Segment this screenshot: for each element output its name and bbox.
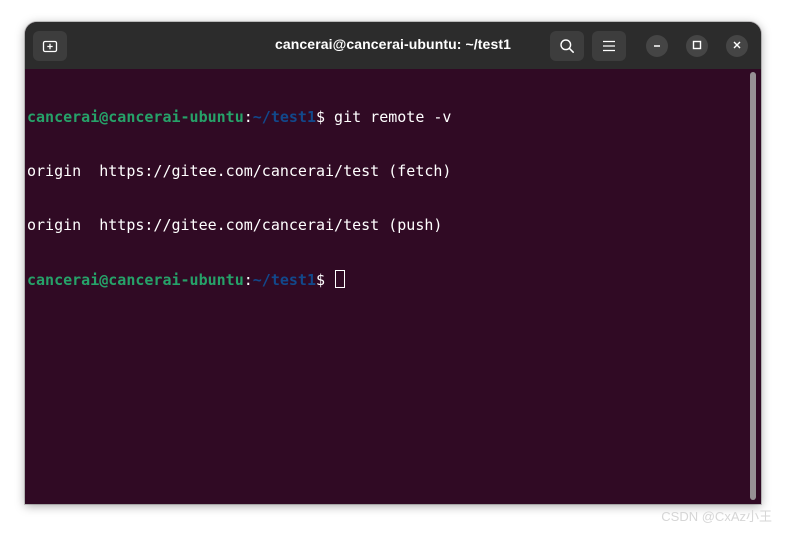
prompt-symbol: $ <box>316 271 326 289</box>
command-text: git remote -v <box>325 108 452 126</box>
search-button[interactable] <box>550 31 584 61</box>
minimize-button[interactable] <box>646 35 668 57</box>
prompt-path: ~/test1 <box>252 108 316 126</box>
hamburger-menu-icon <box>602 39 616 53</box>
maximize-button[interactable] <box>686 35 708 57</box>
terminal-line: origin https://gitee.com/cancerai/test (… <box>27 216 451 234</box>
text-cursor <box>335 270 346 288</box>
prompt-path: ~/test1 <box>252 271 316 289</box>
prompt-colon: : <box>243 271 253 289</box>
terminal-window: cancerai@cancerai-ubuntu: ~/test1 cancer… <box>25 22 761 504</box>
prompt-user-host: cancerai@cancerai-ubuntu <box>27 271 244 289</box>
prompt-user-host: cancerai@cancerai-ubuntu <box>27 108 244 126</box>
terminal-line: cancerai@cancerai-ubuntu:~/test1$ git re… <box>27 108 451 126</box>
titlebar: cancerai@cancerai-ubuntu: ~/test1 <box>25 22 761 69</box>
terminal-area[interactable]: cancerai@cancerai-ubuntu:~/test1$ git re… <box>25 69 761 504</box>
menu-button[interactable] <box>592 31 626 61</box>
command-text <box>325 271 334 289</box>
prompt-symbol: $ <box>316 108 326 126</box>
close-icon <box>732 37 742 55</box>
maximize-icon <box>692 37 702 55</box>
output-text: origin https://gitee.com/cancerai/test (… <box>27 216 443 234</box>
terminal-line: origin https://gitee.com/cancerai/test (… <box>27 162 451 180</box>
terminal-output: cancerai@cancerai-ubuntu:~/test1$ git re… <box>27 72 451 324</box>
watermark: CSDN @CxAz小王 <box>661 509 772 524</box>
prompt-colon: : <box>243 108 253 126</box>
close-button[interactable] <box>726 35 748 57</box>
scrollbar[interactable] <box>750 72 756 500</box>
terminal-line: cancerai@cancerai-ubuntu:~/test1$ <box>27 270 451 289</box>
search-icon <box>559 38 575 54</box>
output-text: origin https://gitee.com/cancerai/test (… <box>27 162 452 180</box>
minimize-icon <box>652 37 662 55</box>
